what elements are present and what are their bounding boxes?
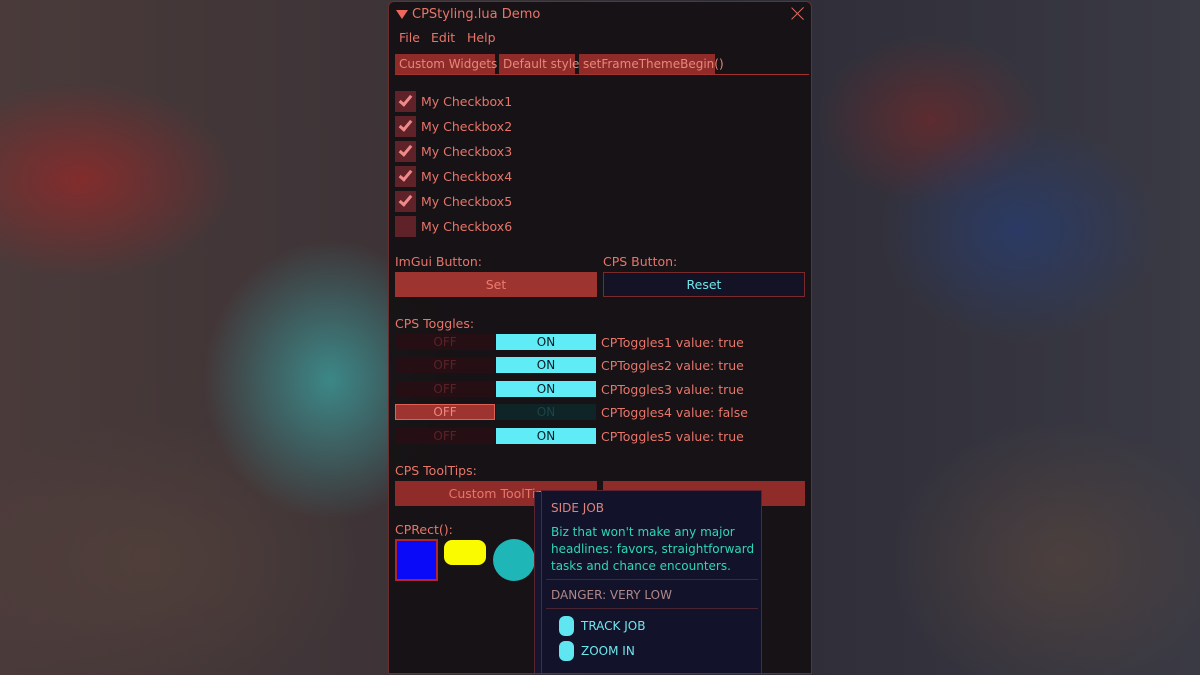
menu-edit[interactable]: Edit xyxy=(431,30,455,45)
checkbox-box[interactable] xyxy=(395,116,416,137)
checkmark-icon xyxy=(398,92,413,107)
toggle-off-button[interactable]: OFF xyxy=(395,334,495,350)
checkmark-icon xyxy=(398,142,413,157)
key-pill-icon xyxy=(559,641,574,661)
action-label: TRACK JOB xyxy=(581,619,646,633)
toggle-value-text: CPToggles1 value: true xyxy=(601,335,744,350)
tooltip-divider xyxy=(546,608,758,609)
cps-tooltips-label: CPS ToolTips: xyxy=(395,463,477,478)
checkbox-label: My Checkbox6 xyxy=(421,219,513,234)
checkbox-box[interactable] xyxy=(395,216,416,237)
title-bar[interactable]: CPStyling.lua Demo xyxy=(389,2,811,26)
key-pill-icon xyxy=(559,616,574,636)
toggle-value-text: CPToggles4 value: false xyxy=(601,405,748,420)
checkbox-box[interactable] xyxy=(395,191,416,212)
side-job-tooltip: SIDE JOB Biz that won't make any major h… xyxy=(541,490,762,673)
checkmark-icon xyxy=(398,117,413,132)
checkbox-label: My Checkbox5 xyxy=(421,194,513,209)
menu-file[interactable]: File xyxy=(399,30,420,45)
cpstyling-demo-window: CPStyling.lua Demo File Edit Help Custom… xyxy=(388,1,812,674)
toggle-on-button[interactable]: ON xyxy=(496,404,596,420)
tooltip-body: Biz that won't make any major headlines:… xyxy=(551,525,755,573)
checkbox-box[interactable] xyxy=(395,166,416,187)
toggle-off-button[interactable]: OFF xyxy=(395,357,495,373)
toggle-off-button[interactable]: OFF xyxy=(395,428,495,444)
tab-custom-widgets[interactable]: Custom Widgets xyxy=(395,54,497,74)
teal-circle xyxy=(493,539,535,581)
cps-toggles-label: CPS Toggles: xyxy=(395,316,475,331)
toggle-on-button[interactable]: ON xyxy=(496,381,596,397)
checkbox-box[interactable] xyxy=(395,91,416,112)
toggle-value-text: CPToggles3 value: true xyxy=(601,382,744,397)
toggle-on-button[interactable]: ON xyxy=(496,334,596,350)
tab-default-style[interactable]: Default style xyxy=(499,54,579,74)
toggle-off-button[interactable]: OFF xyxy=(395,404,495,420)
close-icon[interactable] xyxy=(791,6,805,20)
checkbox-label: My Checkbox1 xyxy=(421,94,513,109)
checkbox-label: My Checkbox3 xyxy=(421,144,513,159)
toggle-on-button[interactable]: ON xyxy=(496,357,596,373)
toggle-value-text: CPToggles5 value: true xyxy=(601,429,744,444)
toggle-off-button[interactable]: OFF xyxy=(395,381,495,397)
toggle-on-button[interactable]: ON xyxy=(496,428,596,444)
tooltip-title: SIDE JOB xyxy=(551,501,605,515)
checkbox-label: My Checkbox2 xyxy=(421,119,513,134)
cps-button-label: CPS Button: xyxy=(603,254,678,269)
tooltip-divider xyxy=(546,579,758,580)
blue-rect xyxy=(395,539,438,581)
action-label: ZOOM IN xyxy=(581,644,635,658)
checkbox-box[interactable] xyxy=(395,141,416,162)
yellow-rounded-rect xyxy=(444,540,486,565)
set-button[interactable]: Set xyxy=(395,272,597,297)
checkbox-label: My Checkbox4 xyxy=(421,169,513,184)
reset-button[interactable]: Reset xyxy=(603,272,805,297)
tab-setframethemebegin[interactable]: setFrameThemeBegin() xyxy=(579,54,724,74)
menu-help[interactable]: Help xyxy=(467,30,496,45)
checkmark-icon xyxy=(398,192,413,207)
checkmark-icon xyxy=(398,167,413,182)
tab-bar: Custom Widgets Default style setFrameThe… xyxy=(395,54,809,75)
window-title: CPStyling.lua Demo xyxy=(412,7,541,22)
cprect-label: CPRect(): xyxy=(395,522,453,537)
imgui-button-label: ImGui Button: xyxy=(395,254,482,269)
triangle-down-icon[interactable] xyxy=(396,10,408,19)
toggle-value-text: CPToggles2 value: true xyxy=(601,358,744,373)
tooltip-danger-level: DANGER: VERY LOW xyxy=(551,588,672,602)
